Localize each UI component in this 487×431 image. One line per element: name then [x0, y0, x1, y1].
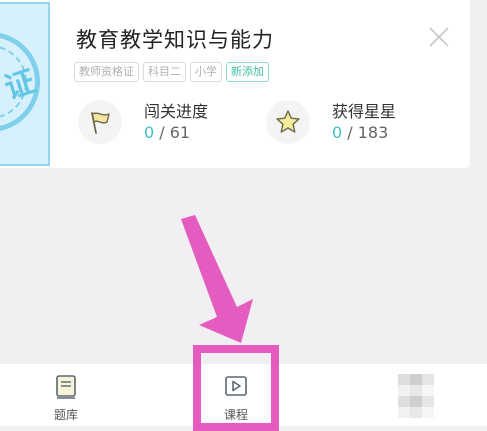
course-cover-image: 证 — [0, 2, 50, 166]
star-icon — [276, 110, 300, 133]
stars-separator: / — [342, 123, 358, 142]
close-button[interactable] — [428, 26, 450, 48]
tag-new: 新添加 — [226, 62, 269, 82]
flag-icon — [91, 112, 110, 134]
progress-total: 61 — [169, 123, 191, 142]
flag-icon-badge — [78, 100, 122, 144]
progress-value: 0 / 61 — [144, 123, 190, 142]
progress-current: 0 — [144, 123, 155, 142]
nav-question-bank-label: 题库 — [53, 408, 78, 422]
annotation-highlight-box — [193, 345, 279, 431]
annotation-arrow — [181, 215, 253, 343]
progress-separator: / — [154, 123, 170, 142]
course-card[interactable]: 证 教育教学知识与能力 教师资格证 科目二 小学 新添加 闯关进度 0 / 61… — [0, 0, 470, 168]
stars-value: 0 / 183 — [332, 123, 388, 142]
stars-total: 183 — [357, 123, 389, 142]
course-title: 教育教学知识与能力 — [76, 28, 274, 52]
pixelated-placeholder — [398, 374, 434, 418]
star-icon-badge — [266, 100, 310, 144]
tag-subject: 科目二 — [143, 62, 186, 82]
progress-label: 闯关进度 — [144, 102, 209, 121]
tag-level: 小学 — [190, 62, 222, 82]
stars-current: 0 — [332, 123, 343, 142]
stars-label: 获得星星 — [332, 102, 397, 121]
close-icon — [429, 27, 449, 47]
book-icon — [56, 375, 76, 399]
nav-blurred-item[interactable] — [370, 364, 450, 426]
tag-certificate: 教师资格证 — [74, 62, 139, 82]
nav-question-bank[interactable]: 题库 — [26, 364, 106, 426]
course-tags: 教师资格证 科目二 小学 新添加 — [74, 62, 269, 82]
